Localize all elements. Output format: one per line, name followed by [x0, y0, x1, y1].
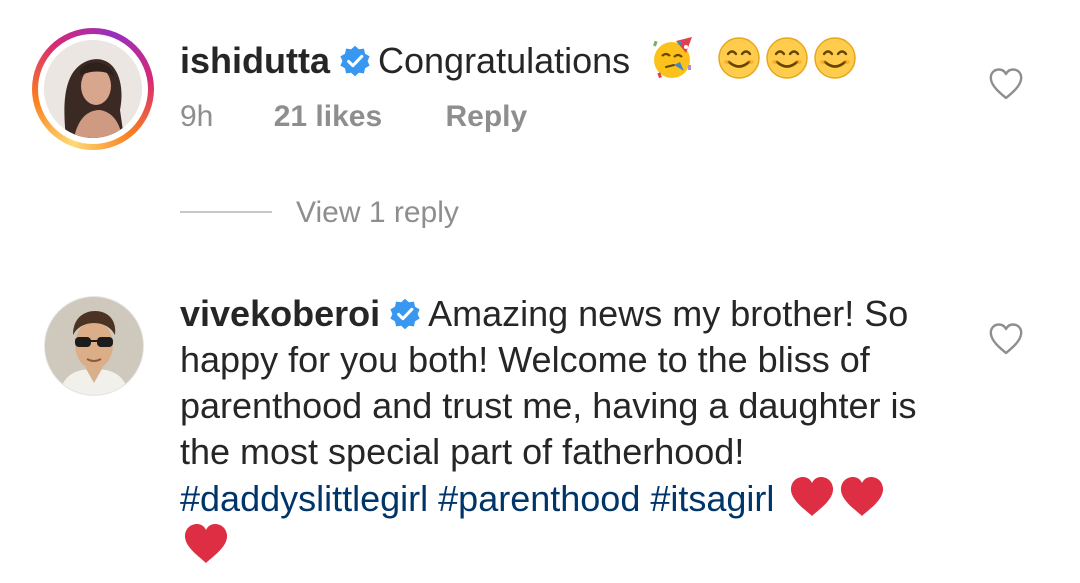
reply-button[interactable]: Reply	[446, 98, 528, 136]
red-heart-emoji	[841, 477, 884, 516]
partying-face-emoji	[653, 37, 693, 79]
comment-ishidutta: ishidutta Congratulations 9h 21 likes Re…	[0, 0, 1080, 190]
comment-text: Congratulations	[378, 40, 631, 81]
username[interactable]: vivekoberoi	[180, 293, 380, 334]
smiling-face-emoji	[766, 37, 808, 79]
avatar[interactable]	[44, 296, 144, 396]
verified-badge-icon	[390, 298, 420, 330]
red-heart-emoji	[791, 477, 834, 516]
view-replies-toggle[interactable]: View 1 reply	[180, 193, 580, 233]
comment-time: 9h	[180, 100, 214, 133]
comment-vivekoberoi: vivekoberoi Amazing news my brother! So …	[0, 285, 1080, 583]
like-heart-icon[interactable]	[988, 322, 1024, 356]
comment-body: vivekoberoi Amazing news my brother! So …	[180, 291, 920, 569]
hashtag-link[interactable]: #daddyslittlegirl	[180, 478, 428, 519]
avatar	[44, 40, 142, 138]
hashtag-link[interactable]: #parenthood	[438, 478, 640, 519]
red-heart-emoji	[184, 524, 228, 563]
comment-meta: 9h 21 likes Reply	[180, 98, 527, 136]
view-replies-label[interactable]: View 1 reply	[296, 193, 459, 233]
like-heart-icon[interactable]	[988, 67, 1024, 101]
smiling-face-emoji	[718, 37, 760, 79]
smiling-face-emoji	[814, 37, 856, 79]
username[interactable]: ishidutta	[180, 40, 330, 81]
likes-count[interactable]: 21 likes	[274, 98, 382, 136]
view-replies-divider	[180, 211, 272, 213]
verified-badge-icon	[340, 45, 370, 77]
comment-body: ishidutta Congratulations	[180, 35, 940, 84]
avatar-story-ring[interactable]	[32, 28, 154, 150]
hashtag-link[interactable]: #itsagirl	[650, 478, 774, 519]
